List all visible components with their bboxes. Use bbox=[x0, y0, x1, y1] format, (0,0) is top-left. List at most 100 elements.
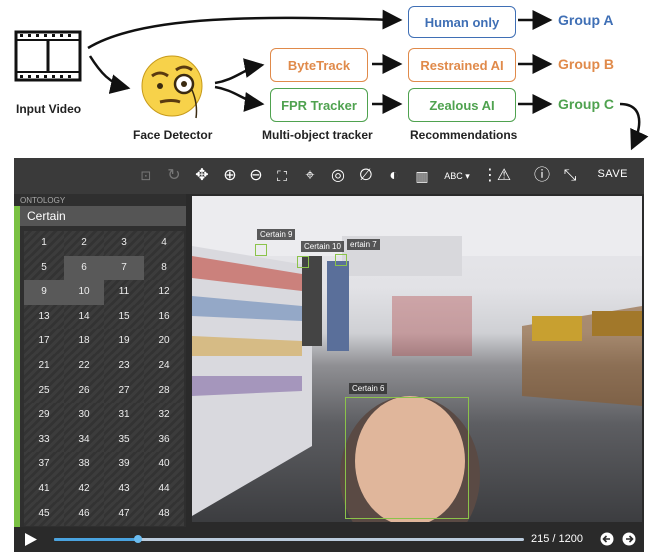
id-cell-36[interactable]: 36 bbox=[144, 427, 184, 453]
id-cell-27[interactable]: 27 bbox=[104, 378, 144, 404]
group-c-label: Group C bbox=[558, 96, 614, 112]
bbox-certain-6[interactable] bbox=[345, 397, 469, 519]
warning-icon[interactable]: ⚠ bbox=[494, 166, 514, 186]
id-cell-7[interactable]: 7 bbox=[104, 255, 144, 281]
video-frame[interactable]: Certain 9 Certain 10 ertain 7 Certain 6 bbox=[192, 196, 642, 522]
human-only-box: Human only bbox=[408, 6, 516, 38]
tracker-label: Multi-object tracker bbox=[262, 128, 373, 142]
id-cell-14[interactable]: 14 bbox=[64, 304, 104, 330]
bbox-label: ertain 7 bbox=[347, 239, 380, 250]
target-icon[interactable]: ◎ bbox=[328, 166, 348, 186]
id-cell-16[interactable]: 16 bbox=[144, 304, 184, 330]
id-cell-2[interactable]: 2 bbox=[64, 231, 104, 256]
id-cell-3[interactable]: 3 bbox=[104, 231, 144, 256]
prev-frame-icon[interactable] bbox=[600, 532, 614, 546]
id-cell-47[interactable]: 47 bbox=[104, 501, 144, 527]
id-cell-6[interactable]: 6 bbox=[64, 255, 104, 281]
move-icon[interactable]: ✥ bbox=[192, 166, 212, 186]
ontology-label: ONTOLOGY bbox=[20, 196, 66, 205]
id-cell-48[interactable]: 48 bbox=[144, 501, 184, 527]
zoom-in-icon[interactable]: ⊕ bbox=[220, 166, 240, 186]
id-cell-32[interactable]: 32 bbox=[144, 403, 184, 428]
id-cell-34[interactable]: 34 bbox=[64, 427, 104, 453]
id-cell-9[interactable]: 9 bbox=[24, 280, 64, 305]
collapse-icon[interactable]: ⤡ bbox=[560, 166, 580, 186]
id-cell-43[interactable]: 43 bbox=[104, 477, 144, 502]
id-cell-21[interactable]: 21 bbox=[24, 354, 64, 379]
input-video-label: Input Video bbox=[16, 102, 82, 116]
id-cell-29[interactable]: 29 bbox=[24, 403, 64, 428]
category-color-bar bbox=[14, 206, 20, 527]
contrast-icon[interactable]: ◐ bbox=[384, 166, 404, 186]
player-bar: 215 / 1200 bbox=[14, 527, 644, 552]
category-certain[interactable]: Certain bbox=[20, 206, 186, 226]
id-cell-35[interactable]: 35 bbox=[104, 427, 144, 453]
film-strip-icon bbox=[14, 30, 82, 82]
crosshair-icon[interactable]: ⌖ bbox=[300, 166, 320, 186]
id-cell-40[interactable]: 40 bbox=[144, 452, 184, 477]
id-cell-37[interactable]: 37 bbox=[24, 452, 64, 477]
save-button[interactable]: SAVE bbox=[597, 168, 628, 180]
annotation-tool: ⊡ ↻ ✥ ⊕ ⊖ ⛶ ⌖ ◎ ∅ ◐ ▥ ABC ▾ ⋮ ⚠ ⓘ ⤡ SAVE… bbox=[14, 158, 644, 552]
id-cell-17[interactable]: 17 bbox=[24, 329, 64, 354]
group-b-label: Group B bbox=[558, 56, 614, 72]
id-cell-26[interactable]: 26 bbox=[64, 378, 104, 404]
recommendations-label: Recommendations bbox=[410, 128, 518, 142]
map-icon[interactable]: ▥ bbox=[412, 166, 432, 186]
frame-counter: 215 / 1200 bbox=[531, 533, 583, 545]
id-cell-28[interactable]: 28 bbox=[144, 378, 184, 404]
id-cell-38[interactable]: 38 bbox=[64, 452, 104, 477]
rotate-icon[interactable]: ↻ bbox=[164, 166, 184, 186]
id-cell-24[interactable]: 24 bbox=[144, 354, 184, 379]
bbox-label: Certain 10 bbox=[301, 241, 344, 252]
timeline-progress bbox=[54, 538, 139, 541]
id-cell-30[interactable]: 30 bbox=[64, 403, 104, 428]
null-icon[interactable]: ∅ bbox=[356, 166, 376, 186]
bbox-certain-9[interactable] bbox=[255, 244, 267, 256]
play-icon[interactable] bbox=[24, 532, 38, 547]
id-cell-45[interactable]: 45 bbox=[24, 501, 64, 527]
id-cell-39[interactable]: 39 bbox=[104, 452, 144, 477]
info-icon[interactable]: ⓘ bbox=[532, 166, 552, 186]
toolbar: ⊡ ↻ ✥ ⊕ ⊖ ⛶ ⌖ ◎ ∅ ◐ ▥ ABC ▾ ⋮ ⚠ ⓘ ⤡ SAVE bbox=[14, 158, 644, 194]
bbox-label: Certain 6 bbox=[349, 383, 388, 394]
group-a-label: Group A bbox=[558, 12, 614, 28]
zoom-out-icon[interactable]: ⊖ bbox=[246, 166, 266, 186]
id-cell-10[interactable]: 10 bbox=[64, 280, 104, 305]
id-cell-25[interactable]: 25 bbox=[24, 378, 64, 404]
id-cell-42[interactable]: 42 bbox=[64, 477, 104, 502]
id-cell-12[interactable]: 12 bbox=[144, 280, 184, 305]
fullscreen-icon[interactable]: ⛶ bbox=[272, 166, 292, 186]
face-detector-label: Face Detector bbox=[133, 128, 213, 142]
bbox-label: Certain 9 bbox=[257, 229, 296, 240]
fpr-tracker-box: FPR Tracker bbox=[270, 88, 368, 122]
bbox-certain-7[interactable] bbox=[335, 254, 347, 266]
ontology-sidebar: ONTOLOGY Certain 1 2 3 4 5 6 7 8 9 10 11 12 13 14 15 16… bbox=[14, 194, 186, 527]
id-cell-11[interactable]: 11 bbox=[104, 280, 144, 305]
id-cell-31[interactable]: 31 bbox=[104, 403, 144, 428]
bytetrack-box: ByteTrack bbox=[270, 48, 368, 82]
id-cell-44[interactable]: 44 bbox=[144, 477, 184, 502]
id-cell-1[interactable]: 1 bbox=[24, 231, 64, 256]
id-cell-23[interactable]: 23 bbox=[104, 354, 144, 379]
id-cell-46[interactable]: 46 bbox=[64, 501, 104, 527]
restrained-ai-box: Restrained AI bbox=[408, 48, 516, 82]
abc-label-icon[interactable]: ABC ▾ bbox=[440, 166, 474, 186]
id-cell-15[interactable]: 15 bbox=[104, 304, 144, 330]
id-cell-22[interactable]: 22 bbox=[64, 354, 104, 379]
monocle-face-icon bbox=[141, 55, 203, 119]
fit-icon[interactable]: ⊡ bbox=[136, 166, 156, 186]
zealous-ai-box: Zealous AI bbox=[408, 88, 516, 122]
id-cell-5[interactable]: 5 bbox=[24, 255, 64, 281]
id-cell-13[interactable]: 13 bbox=[24, 304, 64, 330]
id-cell-20[interactable]: 20 bbox=[144, 329, 184, 354]
id-cell-18[interactable]: 18 bbox=[64, 329, 104, 354]
next-frame-icon[interactable] bbox=[622, 532, 636, 546]
id-cell-8[interactable]: 8 bbox=[144, 255, 184, 281]
bbox-certain-10[interactable] bbox=[297, 256, 309, 268]
id-cell-41[interactable]: 41 bbox=[24, 477, 64, 502]
id-cell-4[interactable]: 4 bbox=[144, 231, 184, 256]
id-cell-19[interactable]: 19 bbox=[104, 329, 144, 354]
id-cell-33[interactable]: 33 bbox=[24, 427, 64, 453]
timeline-scrubber[interactable] bbox=[134, 535, 143, 543]
